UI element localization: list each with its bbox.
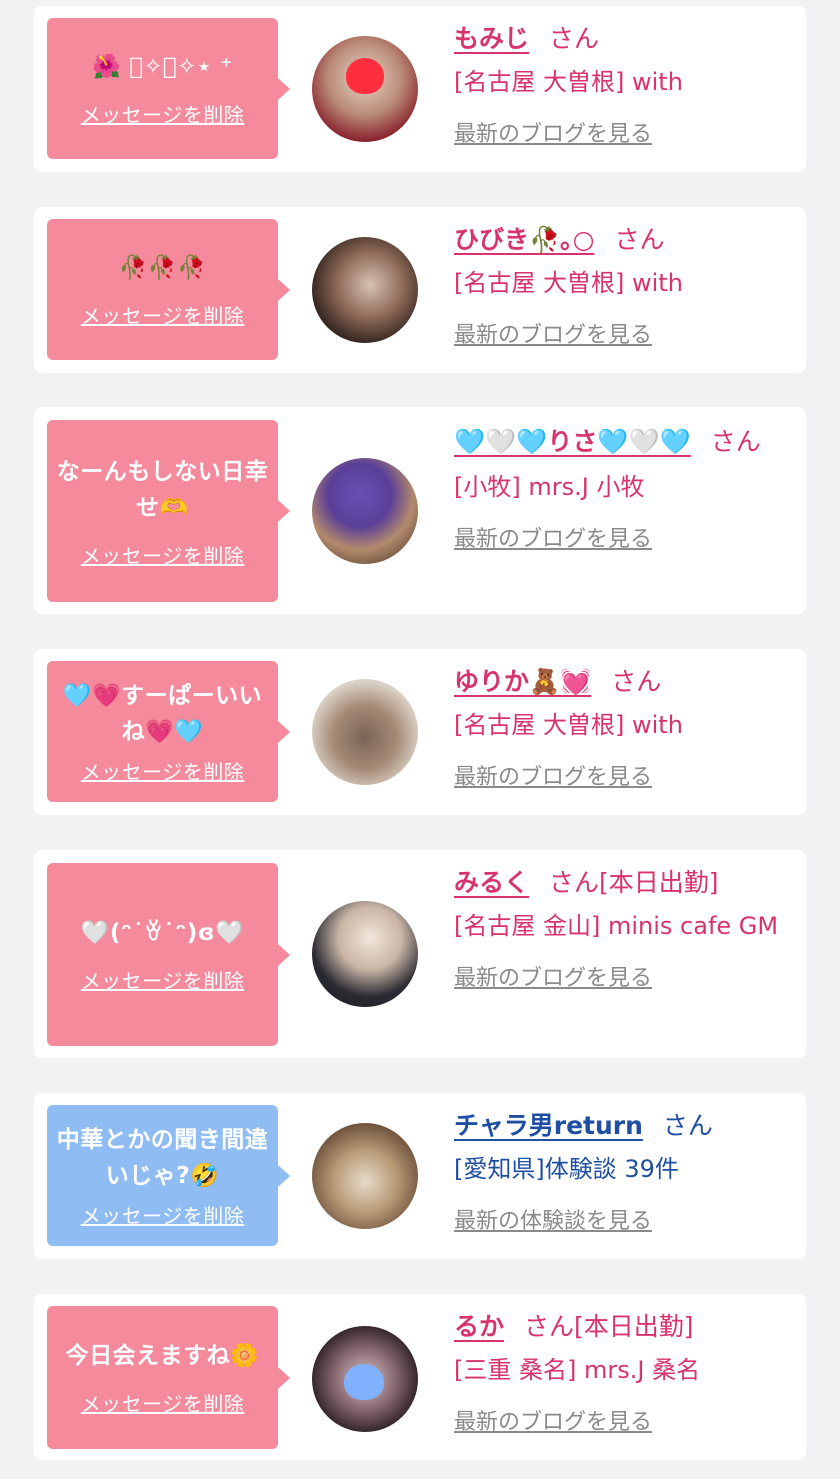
profile-name-link[interactable]: ゆりか🧸💓	[454, 667, 591, 696]
shop-info: [名古屋 大曽根] with	[454, 269, 683, 297]
avatar[interactable]	[312, 36, 418, 142]
message-card: 🩵💗すーぱーいいね💗🩵 メッセージを削除 ゆりか🧸💓 さん [名古屋 大曽根] w…	[34, 649, 806, 815]
delete-message-link[interactable]: メッセージを削除	[81, 1200, 245, 1229]
shop-info: [三重 桑名] mrs.J 桑名	[454, 1356, 701, 1384]
message-text: 🥀🥀🥀	[118, 255, 207, 281]
profile-name-link[interactable]: もみじ	[454, 24, 529, 53]
delete-message-link[interactable]: メッセージを削除	[81, 965, 245, 994]
delete-message-link[interactable]: メッセージを削除	[81, 300, 245, 329]
profile-info: みるく さん[本日出勤] [名古屋 金山] minis cafe GM 最新のブロ…	[454, 864, 786, 992]
shop-info: [小牧] mrs.J 小牧	[454, 473, 645, 501]
delete-message-link[interactable]: メッセージを削除	[81, 99, 245, 128]
message-bubble: 🩵💗すーぱーいいね💗🩵 メッセージを削除	[47, 661, 290, 802]
message-text: なーんもしない日幸せ🫶	[56, 458, 269, 521]
message-card: なーんもしない日幸せ🫶 メッセージを削除 🩵🤍🩵りさ🩵🤍🩵 さん [小牧] mrs…	[34, 407, 806, 614]
latest-review-link[interactable]: 最新の体験談を見る	[454, 1203, 652, 1235]
profile-info: るか さん[本日出勤] [三重 桑名] mrs.J 桑名 最新のブログを見る	[454, 1308, 786, 1436]
avatar[interactable]	[312, 1123, 418, 1229]
honorific: さん	[614, 225, 665, 254]
message-bubble: 🥀🥀🥀 メッセージを削除	[47, 219, 290, 360]
shop-info: [名古屋 大曽根] with	[454, 68, 683, 96]
heart-sticker-icon	[346, 58, 384, 94]
message-bubble: なーんもしない日幸せ🫶 メッセージを削除	[47, 420, 290, 602]
profile-name-link[interactable]: るか	[454, 1312, 504, 1341]
message-bubble: 🤍(ᵔ˙ꈊ˙ᵔ)ɞ🤍 メッセージを削除	[47, 863, 290, 1046]
shop-info: [愛知県]体験談 39件	[454, 1155, 679, 1183]
shop-info: [名古屋 金山] minis cafe GM	[454, 912, 779, 940]
message-text: 🤍(ᵔ˙ꈊ˙ᵔ)ɞ🤍	[80, 920, 245, 946]
profile-info: もみじ さん [名古屋 大曽根] with 最新のブログを見る	[454, 20, 786, 148]
latest-blog-link[interactable]: 最新のブログを見る	[454, 759, 652, 791]
honorific: さん	[549, 24, 600, 53]
avatar[interactable]	[312, 679, 418, 785]
message-text: 今日会えますね🌼	[65, 1343, 260, 1369]
avatar[interactable]	[312, 901, 418, 1007]
latest-blog-link[interactable]: 最新のブログを見る	[454, 960, 652, 992]
message-card: 🥀🥀🥀 メッセージを削除 ひびき🥀｡○ さん [名古屋 大曽根] with 最新の…	[34, 207, 806, 373]
message-bubble: 🌺 ﾟ✧ﾟ✧⋆ ⁺ メッセージを削除	[47, 18, 290, 159]
message-card: 中華とかの聞き間違いじゃ?🤣 メッセージを削除 チャラ男return さん [愛知…	[34, 1093, 806, 1259]
latest-blog-link[interactable]: 最新のブログを見る	[454, 1404, 652, 1436]
delete-message-link[interactable]: メッセージを削除	[81, 540, 245, 569]
profile-info: ひびき🥀｡○ さん [名古屋 大曽根] with 最新のブログを見る	[454, 221, 786, 349]
avatar[interactable]	[312, 1326, 418, 1432]
message-card: 今日会えますね🌼 メッセージを削除 るか さん[本日出勤] [三重 桑名] mrs…	[34, 1294, 806, 1460]
message-card: 🤍(ᵔ˙ꈊ˙ᵔ)ɞ🤍 メッセージを削除 みるく さん[本日出勤] [名古屋 金山]…	[34, 850, 806, 1058]
delete-message-link[interactable]: メッセージを削除	[81, 1388, 245, 1417]
profile-name-link[interactable]: ひびき🥀｡○	[454, 225, 594, 254]
profile-name-link[interactable]: チャラ男return	[454, 1111, 643, 1140]
honorific: さん	[662, 1111, 713, 1140]
heart-sticker-icon	[344, 1364, 384, 1400]
message-text: 中華とかの聞き間違いじゃ?🤣	[56, 1127, 269, 1189]
honorific: さん	[611, 667, 662, 696]
shop-info: [名古屋 大曽根] with	[454, 711, 683, 739]
avatar[interactable]	[312, 458, 418, 564]
profile-name-link[interactable]: みるく	[454, 868, 529, 897]
avatar[interactable]	[312, 237, 418, 343]
latest-blog-link[interactable]: 最新のブログを見る	[454, 116, 652, 148]
delete-message-link[interactable]: メッセージを削除	[81, 756, 245, 785]
honorific: さん	[710, 427, 761, 456]
message-text: 🌺 ﾟ✧ﾟ✧⋆ ⁺	[92, 54, 233, 80]
honorific: さん[本日出勤]	[549, 868, 719, 897]
honorific: さん[本日出勤]	[524, 1312, 694, 1341]
latest-blog-link[interactable]: 最新のブログを見る	[454, 521, 652, 553]
profile-info: 🩵🤍🩵りさ🩵🤍🩵 さん [小牧] mrs.J 小牧 最新のブログを見る	[454, 421, 786, 553]
message-card: 🌺 ﾟ✧ﾟ✧⋆ ⁺ メッセージを削除 もみじ さん [名古屋 大曽根] with …	[34, 6, 806, 172]
profile-name-link[interactable]: 🩵🤍🩵りさ🩵🤍🩵	[454, 427, 691, 456]
profile-info: ゆりか🧸💓 さん [名古屋 大曽根] with 最新のブログを見る	[454, 663, 786, 791]
profile-info: チャラ男return さん [愛知県]体験談 39件 最新の体験談を見る	[454, 1107, 786, 1235]
message-bubble: 今日会えますね🌼 メッセージを削除	[47, 1306, 290, 1449]
message-bubble: 中華とかの聞き間違いじゃ?🤣 メッセージを削除	[47, 1105, 290, 1246]
latest-blog-link[interactable]: 最新のブログを見る	[454, 317, 652, 349]
message-text: 🩵💗すーぱーいいね💗🩵	[62, 683, 263, 745]
